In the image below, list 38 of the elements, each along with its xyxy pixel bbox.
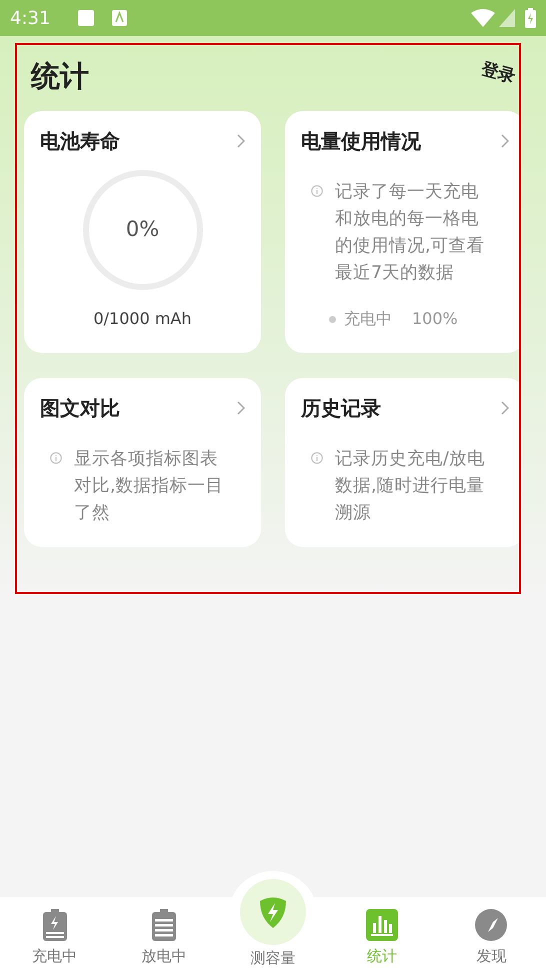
chevron-icon: [501, 134, 509, 148]
battery-icon: [525, 8, 536, 28]
nav-tab[interactable]: 发现: [436, 897, 546, 972]
battery-full-icon: [152, 909, 176, 941]
battery-charging-icon: [42, 909, 67, 941]
card-title: 历史记录: [301, 395, 381, 422]
nav-tab[interactable]: 放电中: [109, 897, 218, 972]
info-icon: [311, 452, 323, 464]
card-title: 图文对比: [40, 395, 120, 422]
chevron-icon: [237, 134, 245, 148]
nav-tab[interactable]: 充电中: [0, 897, 110, 972]
card[interactable]: 电池寿命 0% 0/1000 mAh: [24, 111, 261, 353]
wifi-icon: [471, 9, 495, 27]
login-link[interactable]: 登录: [478, 57, 518, 90]
status-text: 充电中: [344, 308, 392, 330]
shield-bolt-icon: [258, 896, 288, 928]
description-text: 显示各项指标图表对比,数据指标一目了然: [74, 448, 225, 525]
card[interactable]: 图文对比 显示各项指标图表对比,数据指标一目了然: [24, 378, 261, 547]
page-title: 统计: [31, 58, 89, 95]
card-title: 电池寿命: [40, 128, 120, 155]
card-title: 电量使用情况: [301, 128, 421, 155]
chevron-icon: [237, 401, 245, 415]
compass-icon: [475, 909, 508, 941]
percentage-reading: 0%: [126, 216, 160, 244]
description-text: 记录历史充电/放电数据,随时进行电量溯源: [335, 448, 486, 525]
chevron-icon: [501, 401, 509, 415]
bar-chart-icon: [366, 909, 398, 941]
signal-icon: [499, 9, 515, 27]
info-icon: [50, 452, 62, 464]
app-notification-icon: [112, 10, 128, 26]
notification-icon: [78, 10, 94, 26]
status-time: 4:31: [10, 6, 50, 30]
card[interactable]: 历史记录 记录历史充电/放电数据,随时进行电量溯源: [285, 378, 519, 547]
percent-text: 100%: [412, 308, 458, 330]
capacity-text: 0/1000 mAh: [93, 308, 192, 330]
info-icon: [311, 185, 323, 197]
card[interactable]: 电量使用情况 记录了每一天充电和放电的每一格电的使用情况,可查看最近7天的数据 充电中 100%: [285, 111, 519, 353]
description-text: 记录了每一天充电和放电的每一格电的使用情况,可查看最近7天的数据: [335, 181, 486, 285]
